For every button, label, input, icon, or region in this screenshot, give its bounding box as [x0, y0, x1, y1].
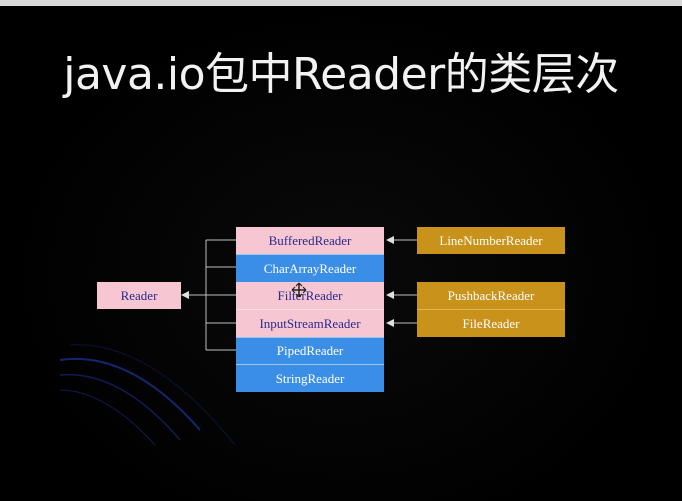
- cursor-icon: [291, 282, 307, 298]
- line-number-reader-box: LineNumberReader: [417, 227, 565, 254]
- file-reader-box: FileReader: [417, 309, 565, 337]
- buffered-reader-box: BufferedReader: [236, 227, 384, 254]
- piped-reader-box: PipedReader: [236, 337, 384, 364]
- string-reader-box: StringReader: [236, 364, 384, 392]
- char-array-reader-box: CharArrayReader: [236, 254, 384, 282]
- input-stream-reader-box: InputStreamReader: [236, 309, 384, 337]
- slide: java.io包中Reader的类层次 Reader BufferedReade…: [0, 0, 682, 501]
- reader-box: Reader: [97, 282, 181, 309]
- filter-reader-box: FilterReader: [236, 282, 384, 309]
- pushback-reader-box: PushbackReader: [417, 282, 565, 309]
